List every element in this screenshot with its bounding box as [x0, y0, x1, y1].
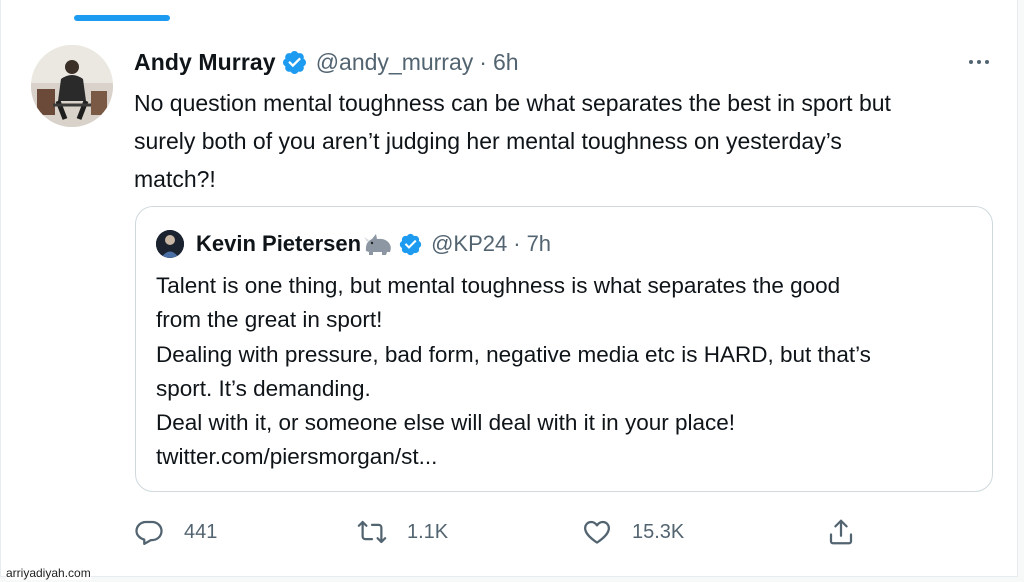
author-name[interactable]: Andy Murray	[134, 49, 276, 76]
quoted-text-line: Dealing with pressure, bad form, negativ…	[156, 341, 871, 367]
tweet-timestamp[interactable]: 6h	[493, 49, 519, 76]
quoted-timestamp[interactable]: 7h	[527, 231, 551, 257]
quoted-avatar[interactable]	[156, 230, 184, 258]
reply-count: 441	[184, 520, 218, 543]
quoted-tweet-text: Talent is one thing, but mental toughnes…	[156, 269, 986, 475]
tweet-actions: 441 1.1K 15.3K	[134, 512, 994, 552]
tweet-text-line: surely both of you aren’t judging her me…	[134, 128, 842, 154]
more-options-icon[interactable]	[963, 50, 995, 74]
avatar-photo	[31, 45, 113, 127]
reply-button[interactable]: 441	[134, 512, 217, 552]
verified-badge-icon	[399, 233, 422, 255]
quoted-text-line: sport. It’s demanding.	[156, 375, 371, 401]
quoted-text-line: Talent is one thing, but mental toughnes…	[156, 273, 841, 298]
separator-dot: ·	[479, 48, 487, 75]
tweet-text-line: match?!	[134, 166, 216, 192]
tweet-text-line: No question mental toughness can be what…	[134, 90, 891, 116]
like-icon	[584, 520, 610, 544]
quoted-tweet-header: Kevin Pietersen @KP24 · 7h	[156, 229, 551, 259]
quoted-author-handle[interactable]: @KP24	[431, 231, 507, 257]
share-icon	[829, 519, 853, 545]
quoted-link[interactable]: twitter.com/piersmorgan/st...	[156, 440, 986, 474]
watermark: arriyadiyah.com	[6, 566, 91, 580]
reply-icon	[135, 520, 163, 545]
rhino-emoji	[364, 234, 391, 255]
quoted-text-line: from the great in sport!	[156, 307, 383, 333]
tweet-text: No question mental toughness can be what…	[134, 84, 994, 198]
like-button[interactable]: 15.3K	[582, 512, 684, 552]
tweet-card[interactable]: Andy Murray @andy_murray · 6h No questio…	[0, 0, 1018, 577]
separator-dot: ·	[513, 231, 521, 256]
active-tab-indicator	[74, 15, 170, 21]
quoted-author-name[interactable]: Kevin Pietersen	[196, 231, 361, 257]
author-handle[interactable]: @andy_murray	[316, 49, 474, 76]
quoted-text-line: Deal with it, or someone else will deal …	[156, 410, 736, 436]
verified-badge-icon	[282, 50, 306, 74]
like-count: 15.3K	[632, 520, 685, 543]
share-button[interactable]	[826, 512, 856, 552]
quoted-avatar-photo	[156, 230, 184, 258]
retweet-count: 1.1K	[407, 520, 449, 543]
retweet-icon	[357, 520, 387, 544]
tweet-header: Andy Murray @andy_murray · 6h	[134, 46, 519, 78]
avatar[interactable]	[31, 45, 113, 127]
retweet-button[interactable]: 1.1K	[357, 512, 448, 552]
quoted-tweet[interactable]: Kevin Pietersen @KP24 · 7h Talent is one…	[135, 206, 993, 492]
